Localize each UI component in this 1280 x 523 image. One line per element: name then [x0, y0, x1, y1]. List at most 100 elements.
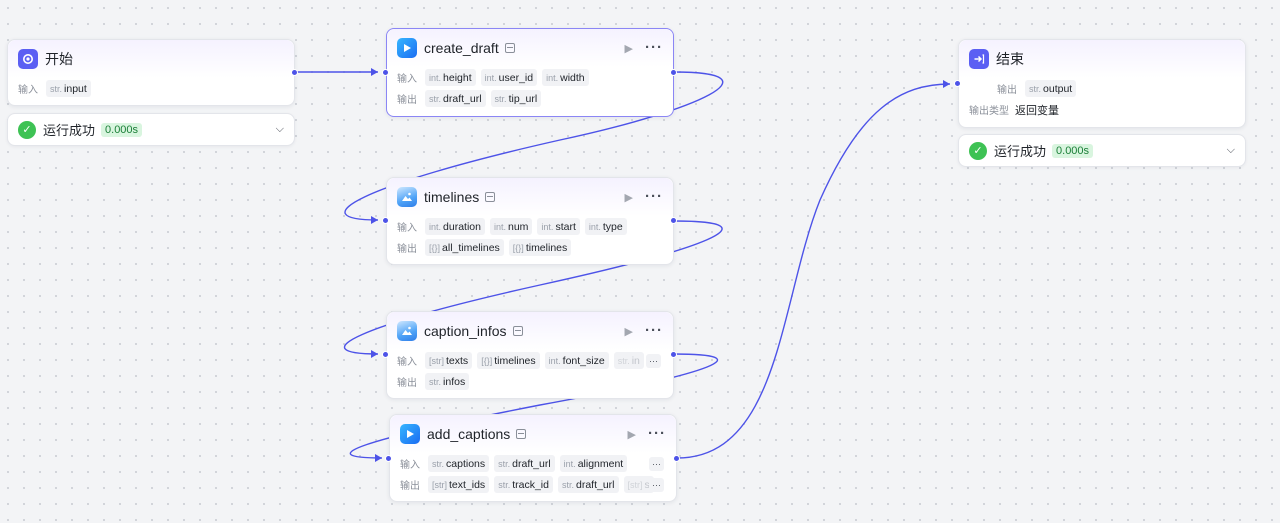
run-node-button[interactable]: ▶: [628, 428, 636, 441]
output-row: 输出 [str] text_ids str. track_id str. draft_…: [390, 474, 676, 495]
param-tag: [{}] timelines: [508, 239, 572, 256]
param-tag: str. output: [1025, 80, 1077, 97]
plugin-badge-icon: [516, 429, 527, 439]
input-row: 输入 str. input: [8, 78, 294, 99]
jianying-play-icon: [400, 424, 420, 444]
output-row: 输出 str. draft_url str. tip_url: [387, 88, 673, 109]
output-type-value: 返回变量: [1015, 104, 1059, 117]
output-label: 输出: [400, 481, 420, 492]
run-time-badge: 0.000s: [101, 122, 143, 137]
param-tag: int. width: [542, 69, 589, 86]
plugin-image-icon: [397, 187, 417, 207]
plugin-badge-icon: [504, 43, 515, 53]
param-tag: int. duration: [425, 218, 485, 235]
add-captions-node[interactable]: add_captions ▶ ··· 输入 str. captions str. d…: [389, 414, 677, 502]
jianying-play-icon: [397, 38, 417, 58]
param-tag: [{}] all_timelines: [425, 239, 504, 256]
param-tag: str. draft_url: [425, 90, 486, 107]
output-row: 输出 str. infos: [387, 371, 673, 392]
param-tag: str. draft_url: [557, 476, 619, 493]
output-label: 输出: [397, 95, 417, 106]
more-options-button[interactable]: ···: [645, 40, 663, 55]
input-row: 输入 [str] texts [{}] timelines int. font_siz…: [387, 350, 673, 371]
run-node-button[interactable]: ▶: [625, 325, 633, 338]
caption-infos-output-port[interactable]: [670, 351, 677, 358]
plugin-image-icon: [397, 321, 417, 341]
input-row: 输入 int. duration int. num int. start int. ty…: [387, 216, 673, 237]
arrow-timelines: [371, 216, 378, 224]
plugin-badge-icon: [485, 192, 496, 202]
start-output-port[interactable]: [291, 69, 298, 76]
param-tag: int. start: [537, 218, 580, 235]
output-label: 输出: [397, 244, 417, 255]
create-draft-output-port[interactable]: [670, 69, 677, 76]
end-run-status[interactable]: ✓ 运行成功 0.000s ⌵: [958, 134, 1246, 167]
success-check-icon: ✓: [969, 141, 987, 160]
node-title: add_captions: [427, 426, 511, 442]
end-node[interactable]: 结束 输出 str. output 输出类型 返回变量: [958, 39, 1246, 128]
create-draft-node[interactable]: create_draft ▶ ··· 输入 int. height int. use…: [386, 28, 674, 117]
caption-infos-input-port[interactable]: [382, 351, 389, 358]
timelines-output-port[interactable]: [670, 217, 677, 224]
param-tag: str. infos: [425, 373, 470, 390]
output-row: 输出 [{}] all_timelines [{}] timelines: [387, 237, 673, 258]
more-options-button[interactable]: ···: [648, 426, 666, 441]
run-node-button[interactable]: ▶: [625, 191, 633, 204]
success-check-icon: ✓: [18, 120, 36, 139]
output-type-row: 输出类型 返回变量: [959, 99, 1245, 120]
more-params-button[interactable]: ···: [646, 353, 661, 368]
input-label: 输入: [400, 460, 420, 471]
input-label: 输入: [397, 74, 417, 85]
input-label: 输入: [397, 357, 417, 368]
node-title: 开始: [45, 51, 73, 67]
create-draft-input-port[interactable]: [382, 69, 389, 76]
run-node-button[interactable]: ▶: [625, 42, 633, 55]
more-params-button[interactable]: ···: [649, 477, 664, 492]
start-node[interactable]: 开始 输入 str. input: [7, 39, 295, 106]
input-row: 输入 str. captions str. draft_url int. alignm…: [390, 453, 676, 474]
param-tag: [{}] timelines: [477, 352, 540, 369]
status-text: 运行成功: [994, 144, 1047, 159]
param-tag: str. track_id: [494, 476, 553, 493]
start-icon: [18, 49, 38, 69]
param-tag: str. tip_url: [490, 90, 542, 107]
output-label: 输出: [397, 378, 417, 389]
param-tag: int. height: [425, 69, 476, 86]
add-captions-input-port[interactable]: [385, 455, 392, 462]
chevron-down-icon[interactable]: ⌵: [1227, 144, 1235, 157]
more-options-button[interactable]: ···: [645, 323, 663, 338]
node-title: create_draft: [424, 40, 499, 56]
output-row: 输出 str. output: [959, 78, 1245, 99]
chevron-down-icon[interactable]: ⌵: [276, 123, 284, 136]
end-icon: [969, 49, 989, 69]
param-tag: int. num: [489, 218, 533, 235]
end-input-port[interactable]: [954, 80, 961, 87]
param-tag: str. captions: [428, 455, 490, 472]
arrow-end: [943, 80, 950, 88]
param-tag: str. in: [613, 352, 644, 369]
arrow-add-captions: [375, 454, 382, 462]
input-row: 输入 int. height int. user_id int. width: [387, 67, 673, 88]
status-text: 运行成功: [43, 123, 96, 138]
param-tag: int. alignment: [559, 455, 628, 472]
timelines-node[interactable]: timelines ▶ ··· 输入 int. duration int. num …: [386, 177, 674, 265]
start-run-status[interactable]: ✓ 运行成功 0.000s ⌵: [7, 113, 295, 146]
param-tag: str. draft_url: [494, 455, 555, 472]
arrow-create-draft: [371, 68, 378, 76]
param-tag: int. type: [584, 218, 627, 235]
more-params-button[interactable]: ···: [649, 456, 664, 471]
param-tag: int. font_size: [544, 352, 609, 369]
input-label: 输入: [397, 223, 417, 234]
param-tag: str. input: [46, 80, 91, 97]
plugin-badge-icon: [512, 326, 523, 336]
param-tag: [str] text_ids: [428, 476, 490, 493]
param-tag: [str] texts: [425, 352, 473, 369]
param-tag: int. user_id: [480, 69, 538, 86]
output-type-label: 输出类型: [969, 106, 1009, 117]
timelines-input-port[interactable]: [382, 217, 389, 224]
add-captions-output-port[interactable]: [673, 455, 680, 462]
caption-infos-node[interactable]: caption_infos ▶ ··· 输入 [str] texts [{}] ti…: [386, 311, 674, 399]
node-title: 结束: [996, 51, 1024, 67]
output-label: 输出: [997, 85, 1017, 96]
more-options-button[interactable]: ···: [645, 189, 663, 204]
